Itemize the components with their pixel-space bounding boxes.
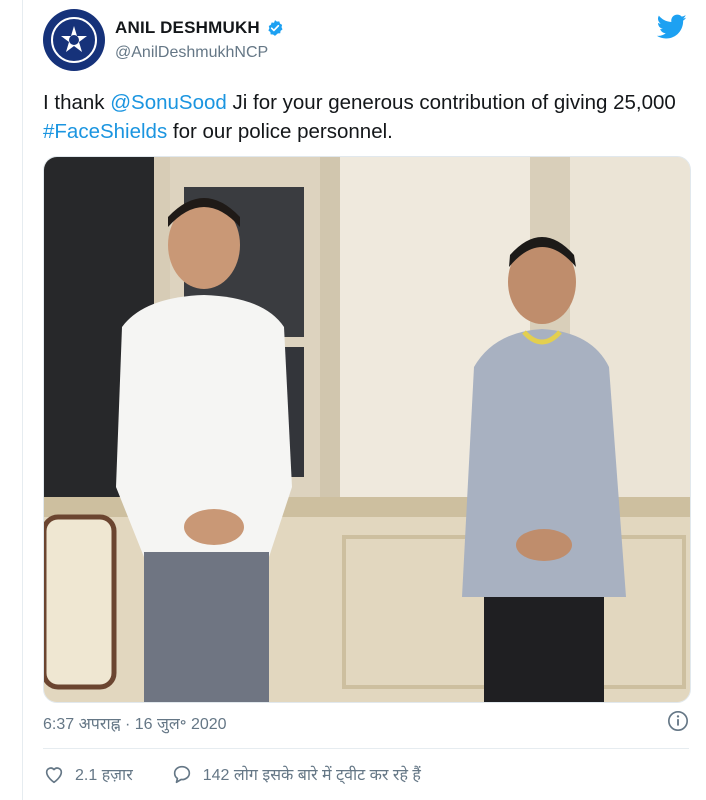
like-count: 2.1 हज़ार [75, 767, 133, 784]
hashtag-link[interactable]: #FaceShields [43, 120, 167, 143]
tweet-photo[interactable] [43, 156, 691, 703]
divider [43, 748, 689, 749]
tweet-card: ANIL DESHMUKH @AnilDeshmukhNCP I thank @… [22, 0, 706, 800]
verified-badge-icon [268, 20, 283, 36]
comment-icon [173, 765, 190, 784]
info-icon[interactable] [667, 710, 689, 732]
like-button[interactable]: 2.1 हज़ार [43, 763, 133, 785]
reply-button[interactable]: 142 लोग इसके बारे में ट्वीट कर रहे हैं [171, 763, 421, 785]
user-handle[interactable]: @AnilDeshmukhNCP [115, 44, 268, 62]
avatar[interactable] [43, 9, 105, 71]
author-name-row[interactable]: ANIL DESHMUKH [115, 18, 284, 38]
tweet-text-part: I thank [43, 91, 111, 114]
tweet-timestamp[interactable]: 6:37 अपराह्न · 16 जुल॰ 2020 [43, 712, 227, 734]
twitter-logo-icon[interactable] [657, 14, 687, 40]
reply-count: 142 लोग इसके बारे में ट्वीट कर रहे हैं [202, 767, 421, 784]
police-emblem-icon [51, 17, 97, 63]
action-bar: 2.1 हज़ार 142 लोग इसके बारे में ट्वीट कर… [43, 763, 421, 785]
display-name[interactable]: ANIL DESHMUKH [115, 18, 260, 38]
heart-icon [45, 767, 63, 784]
tweet-text-part: Ji for your generous contribution of giv… [226, 91, 676, 114]
tweet-text-part: for our police personnel. [167, 120, 393, 143]
tweet-text: I thank @SonuSood Ji for your generous c… [43, 88, 683, 146]
mention-link[interactable]: @SonuSood [110, 91, 227, 114]
photo-two-men-standing [44, 157, 690, 702]
